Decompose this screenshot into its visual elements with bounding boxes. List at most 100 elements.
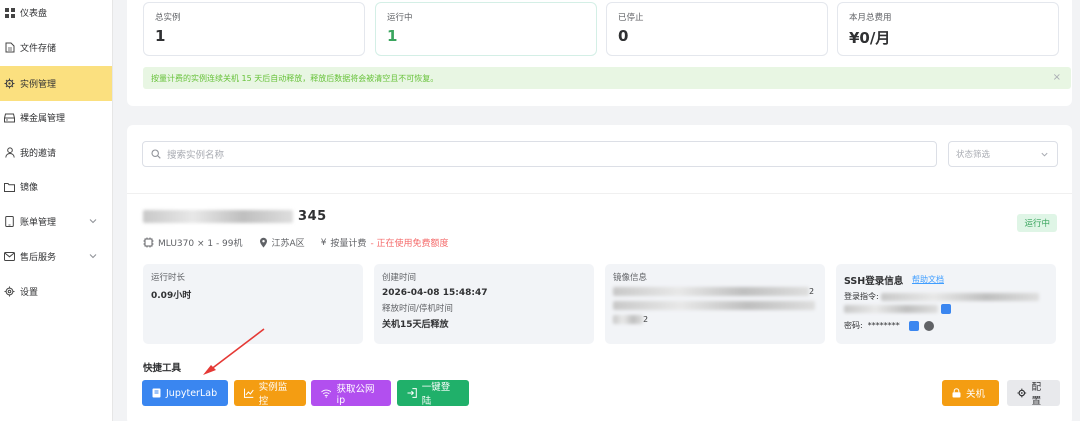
chevron-down-icon <box>1041 152 1048 157</box>
jupyterlab-button[interactable]: JupyterLab <box>142 380 228 406</box>
image-info-card: 镜像信息 2 2 <box>605 264 825 344</box>
info-icon[interactable] <box>923 320 934 331</box>
chevron-down-icon <box>89 219 97 224</box>
status-badge: 运行中 <box>1017 214 1057 232</box>
redacted-text <box>881 292 1040 301</box>
stat-value: 0 <box>618 27 629 45</box>
sidebar-item-label: 实例管理 <box>20 80 57 90</box>
image-line-1: 2 <box>613 286 814 297</box>
instance-card: 345 运行中 MLU370 × 1 - 99机 江苏A区 ¥ 按量计费 - 正… <box>127 193 1072 421</box>
main-content: 总实例 1 运行中 1 已停止 0 本月总费用 ¥0/月 按量计费的实例连续关机… <box>113 0 1080 421</box>
sidebar-item-label: 文件存储 <box>20 44 57 54</box>
redacted-text <box>844 305 938 313</box>
instance-list-panel: 搜索实例名称 状态筛选 345 运行中 MLU370 × 1 - 99机 江苏A… <box>127 125 1072 421</box>
overview-panel: 总实例 1 运行中 1 已停止 0 本月总费用 ¥0/月 按量计费的实例连续关机… <box>127 0 1072 106</box>
copy-icon[interactable] <box>908 320 919 331</box>
lock-icon <box>952 388 961 398</box>
button-label: 实例监控 <box>258 382 288 407</box>
phone-icon <box>4 216 15 227</box>
sidebar: 仪表盘 文件存储 实例管理 裸金属管理 我的邀请 镜像 账单管理 售后服务 设置 <box>0 0 113 421</box>
instance-monitor-button[interactable]: 实例监控 <box>234 380 306 407</box>
free-quota-note: - 正在使用免费额度 <box>370 239 449 249</box>
button-label: JupyterLab <box>166 387 218 399</box>
runtime-value: 0.09小时 <box>151 291 192 301</box>
instance-name-suffix: 345 <box>298 209 327 224</box>
stat-value: ¥0/月 <box>849 29 891 47</box>
instance-meta: MLU370 × 1 - 99机 江苏A区 ¥ 按量计费 - 正在使用免费额度 <box>143 236 449 249</box>
search-placeholder: 搜索实例名称 <box>167 150 225 161</box>
redacted-text <box>613 300 815 310</box>
ssh-title: SSH登录信息 <box>844 276 904 287</box>
sidebar-item-file-storage[interactable]: 文件存储 <box>0 30 112 65</box>
runtime-title: 运行时长 <box>151 273 186 283</box>
chart-icon <box>244 388 254 398</box>
sidebar-item-dashboard[interactable]: 仪表盘 <box>0 0 112 30</box>
redacted-text <box>613 314 643 324</box>
stat-label: 总实例 <box>155 13 181 23</box>
sidebar-item-label: 仪表盘 <box>20 9 48 19</box>
sidebar-item-my-invitations[interactable]: 我的邀请 <box>0 135 112 170</box>
search-icon <box>151 149 161 159</box>
sidebar-item-settings[interactable]: 设置 <box>0 274 112 309</box>
sidebar-item-instance-management[interactable]: 实例管理 <box>0 66 112 101</box>
runtime-card: 运行时长 0.09小时 <box>143 264 363 344</box>
sidebar-item-after-sales[interactable]: 售后服务 <box>0 239 112 274</box>
sidebar-item-label: 设置 <box>20 288 39 298</box>
gear-icon <box>4 78 15 89</box>
stat-total-instances: 总实例 1 <box>143 2 365 56</box>
ssh-password-row: 密码: ******** <box>844 320 934 331</box>
search-input[interactable]: 搜索实例名称 <box>142 141 937 167</box>
get-public-ip-button[interactable]: 获取公网ip <box>311 380 391 406</box>
server-icon <box>4 112 15 123</box>
release-value: 关机15天后释放 <box>382 320 449 330</box>
ssh-card: SSH登录信息 帮助文档 登录指令: 密码: ******** <box>836 264 1056 344</box>
copy-icon[interactable] <box>941 304 952 314</box>
stat-value: 1 <box>387 27 398 45</box>
folder-icon <box>4 181 15 192</box>
button-label: 获取公网ip <box>336 383 375 406</box>
region: 江苏A区 <box>271 239 305 249</box>
image-line-1-tail: 2 <box>809 287 815 296</box>
ssh-login-row: 登录指令: <box>844 291 1040 302</box>
login-icon <box>407 388 417 398</box>
sidebar-item-label: 售后服务 <box>20 253 57 263</box>
button-label: 关机 <box>966 389 986 400</box>
password-value: ******** <box>867 321 900 330</box>
filter-placeholder: 状态筛选 <box>956 150 991 160</box>
instance-name: 345 <box>143 209 327 224</box>
sidebar-item-billing[interactable]: 账单管理 <box>0 204 112 239</box>
chevron-down-icon <box>89 254 97 259</box>
mail-icon <box>4 251 15 262</box>
config-button[interactable]: 配置 <box>1007 380 1060 407</box>
status-filter-select[interactable]: 状态筛选 <box>948 141 1058 167</box>
wifi-icon <box>321 389 332 398</box>
user-icon <box>4 147 15 158</box>
image-line-2 <box>613 300 815 311</box>
created-title: 创建时间 <box>382 273 417 283</box>
sidebar-item-images[interactable]: 镜像 <box>0 169 112 204</box>
shutdown-button[interactable]: 关机 <box>942 380 999 406</box>
gear-icon <box>1017 388 1027 398</box>
sidebar-item-label: 账单管理 <box>20 218 57 228</box>
stat-monthly-cost: 本月总费用 ¥0/月 <box>837 2 1059 56</box>
release-warning-alert: 按量计费的实例连续关机 15 天后自动释放，释放后数据将会被清空且不可恢复。 × <box>143 67 1071 89</box>
settings-icon <box>4 286 15 297</box>
one-click-login-button[interactable]: 一键登陆 <box>397 380 469 407</box>
gpu-icon <box>143 237 154 248</box>
yen-icon: ¥ <box>320 237 327 248</box>
login-label: 登录指令: <box>844 292 879 301</box>
created-value: 2026-04-08 15:48:47 <box>382 288 488 298</box>
stat-value: 1 <box>155 27 166 45</box>
sidebar-item-label: 裸金属管理 <box>20 114 66 124</box>
button-label: 一键登陆 <box>421 382 451 407</box>
button-label: 配置 <box>1031 382 1042 407</box>
image-line-3-tail: 2 <box>643 315 649 324</box>
stat-label: 已停止 <box>618 13 644 23</box>
sidebar-item-bare-metal[interactable]: 裸金属管理 <box>0 100 112 135</box>
sidebar-item-label: 我的邀请 <box>20 149 57 159</box>
image-line-3: 2 <box>613 314 648 325</box>
close-icon[interactable]: × <box>1053 72 1061 83</box>
book-icon <box>152 388 161 398</box>
help-doc-link[interactable]: 帮助文档 <box>912 274 944 285</box>
billing-type: 按量计费 <box>330 239 367 249</box>
